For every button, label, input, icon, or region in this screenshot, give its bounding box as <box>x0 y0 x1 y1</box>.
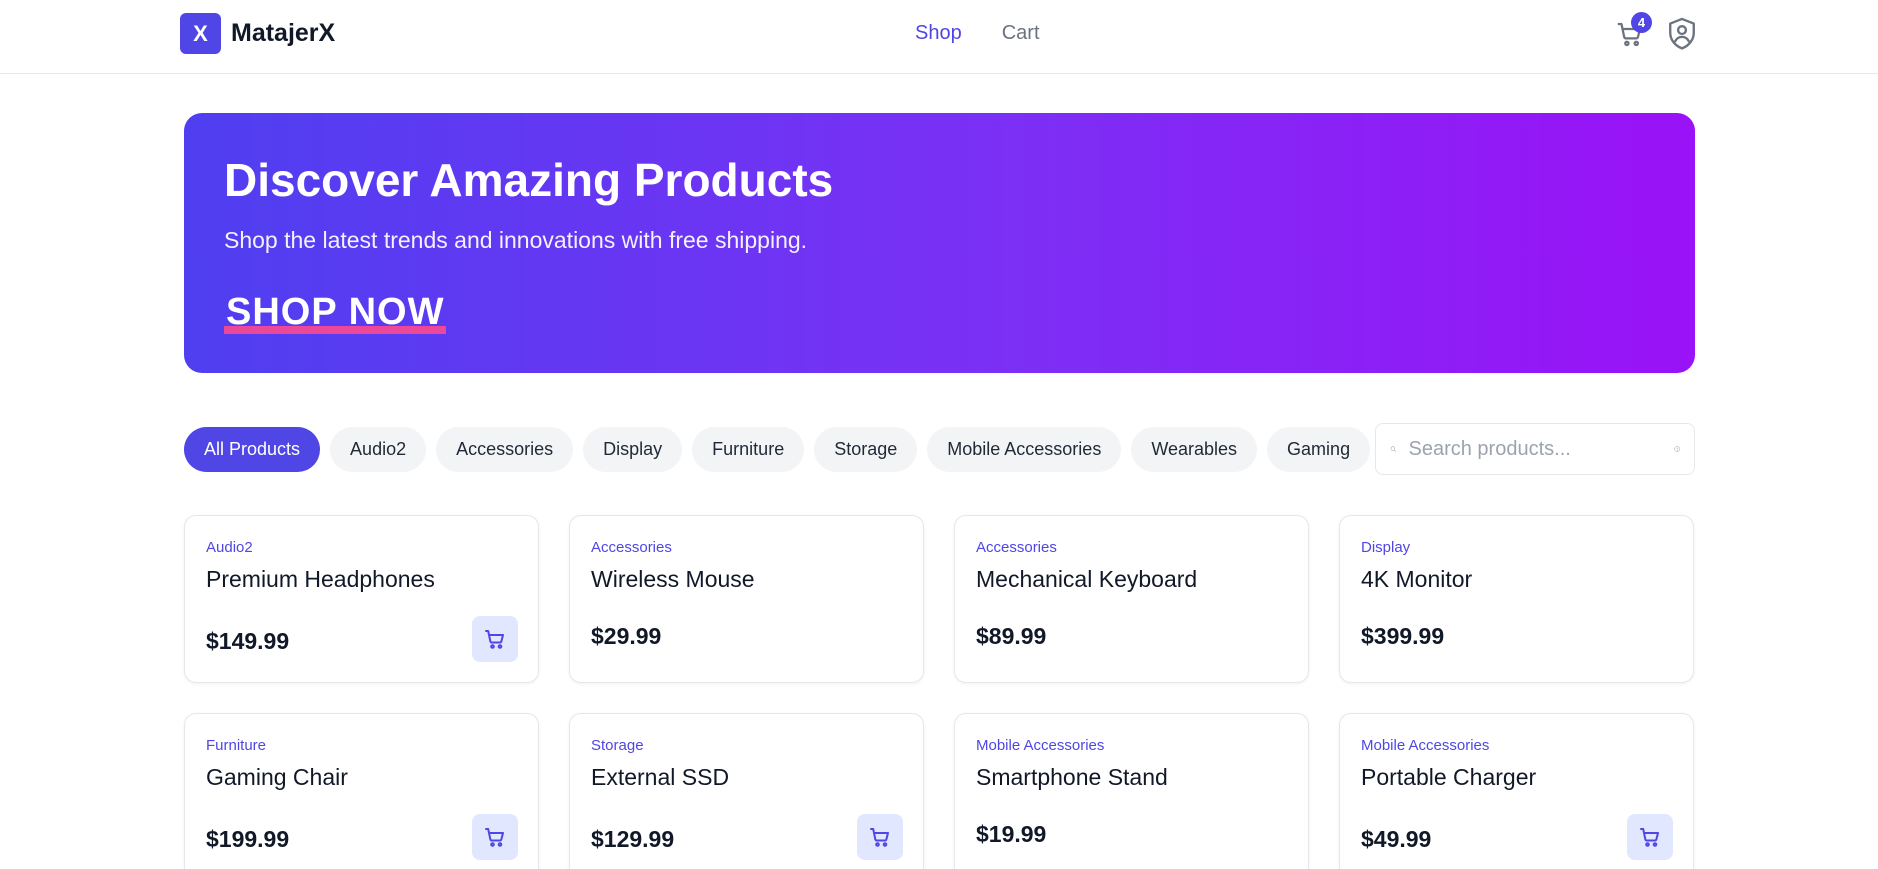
search-input[interactable] <box>1408 437 1674 461</box>
brand-logo[interactable]: X MatajerX <box>180 13 335 54</box>
filter-chip-accessories[interactable]: Accessories <box>436 427 574 472</box>
product-category: Furniture <box>206 737 267 754</box>
product-card[interactable]: Accessories Wireless Mouse $29.99 <box>569 515 924 683</box>
product-price: $399.99 <box>1361 623 1445 649</box>
filter-chip-wearables[interactable]: Wearables <box>1131 427 1258 472</box>
shopping-cart-icon <box>485 828 504 847</box>
filter-chip-mobile-accessories[interactable]: Mobile Accessories <box>927 427 1122 472</box>
product-name: Portable Charger <box>1361 764 1537 790</box>
category-filters: All Products Audio2 Accessories Display … <box>184 427 1371 472</box>
product-card[interactable]: Display 4K Monitor $399.99 <box>1339 515 1694 683</box>
product-grid: Audio2 Premium Headphones $149.99 Access… <box>184 515 1695 869</box>
hero-banner: Discover Amazing Products Shop the lates… <box>184 113 1695 373</box>
product-name: Smartphone Stand <box>976 764 1168 790</box>
search-icon <box>1390 446 1396 452</box>
shopping-cart-icon <box>485 630 504 649</box>
product-price: $149.99 <box>206 628 290 654</box>
product-price: $49.99 <box>1361 826 1432 852</box>
add-to-cart-button[interactable] <box>857 814 903 860</box>
product-name: Mechanical Keyboard <box>976 566 1198 592</box>
add-to-cart-button[interactable] <box>472 616 518 662</box>
add-to-cart-button[interactable] <box>472 814 518 860</box>
product-name: Wireless Mouse <box>591 566 755 592</box>
nav-link-shop[interactable]: Shop <box>915 22 962 45</box>
product-price: $19.99 <box>976 821 1047 847</box>
product-price: $89.99 <box>976 623 1047 649</box>
product-price: $199.99 <box>206 826 290 852</box>
product-price: $129.99 <box>591 826 675 852</box>
shop-now-link[interactable]: SHOP NOW <box>224 291 447 334</box>
shopping-cart-icon <box>1640 828 1659 847</box>
header-actions: 4 <box>1612 12 1700 52</box>
product-category: Mobile Accessories <box>1361 737 1490 754</box>
cart-count-badge: 4 <box>1631 12 1652 33</box>
filter-chip-storage[interactable]: Storage <box>814 427 918 472</box>
filter-chip-audio2[interactable]: Audio2 <box>330 427 427 472</box>
product-card[interactable]: Storage External SSD $129.99 <box>569 713 924 869</box>
add-to-cart-button[interactable] <box>1627 814 1673 860</box>
cart-button[interactable]: 4 <box>1612 12 1652 52</box>
nav-link-cart[interactable]: Cart <box>1002 22 1040 45</box>
filter-chip-gaming[interactable]: Gaming <box>1267 427 1371 472</box>
filter-chip-display[interactable]: Display <box>583 427 683 472</box>
product-category: Accessories <box>976 539 1057 556</box>
hero-title: Discover Amazing Products <box>224 154 834 206</box>
product-name: Gaming Chair <box>206 764 348 790</box>
shopping-cart-icon <box>870 828 889 847</box>
product-category: Accessories <box>591 539 672 556</box>
logo-mark: X <box>180 13 221 54</box>
main-nav: Shop Cart <box>915 22 1040 45</box>
top-navbar: X MatajerX Shop Cart 4 <box>0 0 1878 74</box>
product-category: Mobile Accessories <box>976 737 1105 754</box>
help-circle-icon[interactable] <box>1673 437 1681 461</box>
product-card[interactable]: Mobile Accessories Portable Charger $49.… <box>1339 713 1694 869</box>
product-card[interactable]: Furniture Gaming Chair $199.99 <box>184 713 539 869</box>
product-name: External SSD <box>591 764 730 790</box>
filter-chip-all-products[interactable]: All Products <box>184 427 321 472</box>
product-price: $29.99 <box>591 623 662 649</box>
search-box <box>1375 423 1695 475</box>
product-category: Display <box>1361 539 1411 556</box>
product-name: 4K Monitor <box>1361 566 1473 592</box>
account-button[interactable] <box>1664 16 1700 52</box>
product-name: Premium Headphones <box>206 566 435 592</box>
product-card[interactable]: Accessories Mechanical Keyboard $89.99 <box>954 515 1309 683</box>
brand-name: MatajerX <box>231 19 336 47</box>
hero-subtitle: Shop the latest trends and innovations w… <box>224 227 808 253</box>
product-category: Storage <box>591 737 644 754</box>
filter-chip-furniture[interactable]: Furniture <box>692 427 805 472</box>
user-shield-icon <box>1669 17 1695 50</box>
product-card[interactable]: Mobile Accessories Smartphone Stand $19.… <box>954 713 1309 869</box>
product-category: Audio2 <box>206 539 253 556</box>
product-card[interactable]: Audio2 Premium Headphones $149.99 <box>184 515 539 683</box>
